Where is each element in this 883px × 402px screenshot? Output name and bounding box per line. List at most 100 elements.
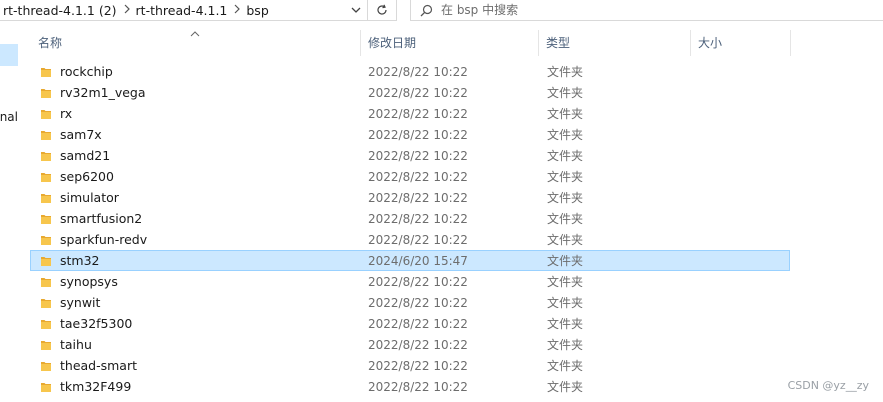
file-row[interactable]: sam7x 2022/8/22 10:22 文件夹 xyxy=(30,124,790,145)
file-type: 文件夹 xyxy=(547,359,584,373)
modified-date: 2022/8/22 10:22 xyxy=(368,274,468,289)
modified-date: 2022/8/22 10:22 xyxy=(368,211,468,226)
column-header: 名称 修改日期 类型 大小 xyxy=(30,28,883,56)
file-row[interactable]: tae32f5300 2022/8/22 10:22 文件夹 xyxy=(30,313,790,334)
modified-date: 2022/8/22 10:22 xyxy=(368,295,468,310)
breadcrumb-label: rt-thread-4.1.1 xyxy=(135,2,228,18)
file-row[interactable]: rv32m1_vega 2022/8/22 10:22 文件夹 xyxy=(30,82,790,103)
file-row[interactable]: tkm32F499 2022/8/22 10:22 文件夹 xyxy=(30,376,790,397)
column-divider[interactable] xyxy=(790,30,791,56)
file-type: 文件夹 xyxy=(547,296,584,310)
file-row[interactable]: synwit 2022/8/22 10:22 文件夹 xyxy=(30,292,790,313)
file-row[interactable]: simulator 2022/8/22 10:22 文件夹 xyxy=(30,187,790,208)
file-type: 文件夹 xyxy=(547,149,584,163)
folder-icon xyxy=(40,150,52,165)
modified-date: 2022/8/22 10:22 xyxy=(368,358,468,373)
file-row[interactable]: rockchip 2022/8/22 10:22 文件夹 xyxy=(30,61,790,82)
column-date-label: 修改日期 xyxy=(368,35,417,50)
watermark: CSDN @yz__zy xyxy=(787,379,869,392)
file-list[interactable]: rockchip 2022/8/22 10:22 文件夹 rv32m1_vega 202… xyxy=(30,61,790,397)
file-name: taihu xyxy=(60,337,92,352)
modified-date: 2022/8/22 10:22 xyxy=(368,148,468,163)
file-type: 文件夹 xyxy=(547,170,584,184)
file-type: 文件夹 xyxy=(547,338,584,352)
folder-icon xyxy=(40,234,52,249)
file-name: synopsys xyxy=(60,274,118,289)
folder-icon xyxy=(40,360,52,375)
folder-icon xyxy=(40,339,52,354)
file-type: 文件夹 xyxy=(547,254,584,268)
breadcrumb-item[interactable]: bsp xyxy=(243,0,272,20)
column-name-label: 名称 xyxy=(38,35,63,50)
file-row[interactable]: smartfusion2 2022/8/22 10:22 文件夹 xyxy=(30,208,790,229)
search-box[interactable] xyxy=(410,0,883,21)
file-name: stm32 xyxy=(60,253,100,268)
refresh-icon xyxy=(377,4,387,15)
modified-date: 2022/8/22 10:22 xyxy=(368,127,468,142)
modified-date: 2022/8/22 10:22 xyxy=(368,316,468,331)
file-row[interactable]: rx 2022/8/22 10:22 文件夹 xyxy=(30,103,790,124)
modified-date: 2022/8/22 10:22 xyxy=(368,379,468,394)
file-type: 文件夹 xyxy=(547,380,584,394)
folder-icon xyxy=(40,192,52,207)
chevron-right-icon[interactable] xyxy=(121,4,133,17)
breadcrumb-item[interactable]: rt-thread-4.1.1 xyxy=(133,0,232,20)
file-row[interactable]: thead-smart 2022/8/22 10:22 文件夹 xyxy=(30,355,790,376)
folder-icon xyxy=(40,318,52,333)
file-row[interactable]: taihu 2022/8/22 10:22 文件夹 xyxy=(30,334,790,355)
file-row[interactable]: samd21 2022/8/22 10:22 文件夹 xyxy=(30,145,790,166)
file-type: 文件夹 xyxy=(547,212,584,226)
folder-icon xyxy=(40,129,52,144)
file-row[interactable]: synopsys 2022/8/22 10:22 文件夹 xyxy=(30,271,790,292)
breadcrumb-item[interactable]: rt-thread-4.1.1 (2) xyxy=(0,0,121,20)
file-name: rv32m1_vega xyxy=(60,85,146,100)
column-size-label: 大小 xyxy=(698,35,723,50)
file-name: rockchip xyxy=(60,64,113,79)
file-name: simulator xyxy=(60,190,119,205)
file-name: sep6200 xyxy=(60,169,114,184)
modified-date: 2022/8/22 10:22 xyxy=(368,106,468,121)
file-name: thead-smart xyxy=(60,358,138,373)
file-type: 文件夹 xyxy=(547,317,584,331)
folder-icon xyxy=(40,66,52,81)
file-type: 文件夹 xyxy=(547,107,584,121)
file-row[interactable]: sep6200 2022/8/22 10:22 文件夹 xyxy=(30,166,790,187)
column-header-date[interactable]: 修改日期 xyxy=(360,28,538,56)
search-icon xyxy=(411,4,441,17)
modified-date: 2022/8/22 10:22 xyxy=(368,190,468,205)
address-history-dropdown[interactable] xyxy=(345,0,367,20)
folder-icon xyxy=(40,213,52,228)
column-header-size[interactable]: 大小 xyxy=(690,28,790,56)
modified-date: 2022/8/22 10:22 xyxy=(368,85,468,100)
folder-icon xyxy=(40,171,52,186)
file-name: tkm32F499 xyxy=(60,379,132,394)
breadcrumb-label: rt-thread-4.1.1 (2) xyxy=(3,2,117,18)
folder-icon xyxy=(40,87,52,102)
file-type: 文件夹 xyxy=(547,65,584,79)
file-row[interactable]: sparkfun-redv 2022/8/22 10:22 文件夹 xyxy=(30,229,790,250)
folder-icon xyxy=(40,381,52,396)
chevron-down-icon xyxy=(351,7,361,13)
file-name: sam7x xyxy=(60,127,102,142)
column-header-type[interactable]: 类型 xyxy=(538,28,690,56)
search-input[interactable] xyxy=(441,3,841,17)
chevron-right-icon[interactable] xyxy=(231,4,243,17)
refresh-button[interactable] xyxy=(367,0,397,21)
address-bar[interactable]: rt-thread-4.1.1 (2) rt-thread-4.1.1 bsp xyxy=(0,0,368,21)
file-row[interactable]: stm32 2024/6/20 15:47 文件夹 xyxy=(30,250,790,271)
folder-icon xyxy=(40,297,52,312)
column-type-label: 类型 xyxy=(546,35,571,50)
file-name: samd21 xyxy=(60,148,111,163)
modified-date: 2022/8/22 10:22 xyxy=(368,169,468,184)
modified-date: 2022/8/22 10:22 xyxy=(368,232,468,247)
modified-date: 2022/8/22 10:22 xyxy=(368,64,468,79)
file-name: smartfusion2 xyxy=(60,211,143,226)
file-type: 文件夹 xyxy=(547,191,584,205)
folder-icon xyxy=(40,108,52,123)
nav-item-label[interactable]: nal xyxy=(0,110,18,124)
nav-selected-item[interactable] xyxy=(0,44,18,66)
file-type: 文件夹 xyxy=(547,128,584,142)
column-header-name[interactable]: 名称 xyxy=(30,28,360,56)
navigation-pane[interactable]: nal xyxy=(0,28,18,402)
folder-icon xyxy=(40,255,52,270)
